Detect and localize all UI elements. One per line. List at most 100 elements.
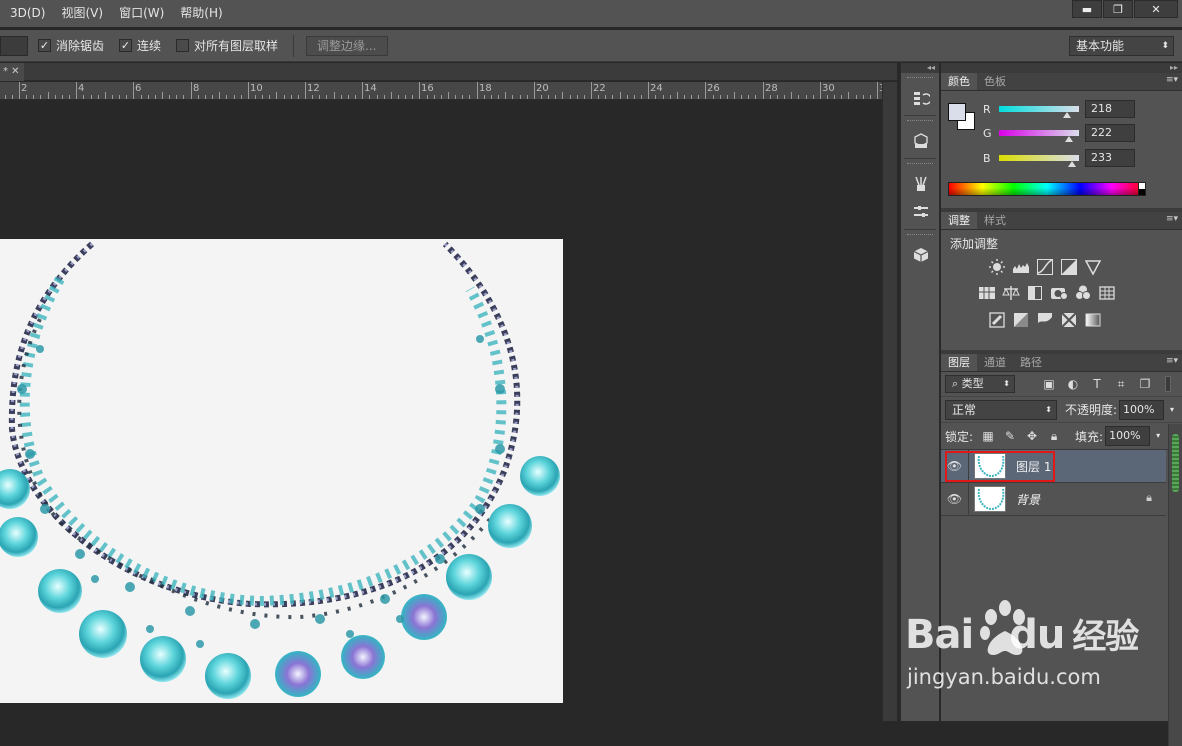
- contiguous-checkbox[interactable]: ✓: [119, 39, 133, 52]
- sample-all-layers-checkbox[interactable]: [176, 39, 190, 52]
- layer-name[interactable]: 背景: [1016, 491, 1040, 508]
- blue-slider[interactable]: [999, 155, 1079, 167]
- brightness-contrast-icon[interactable]: [985, 256, 1009, 278]
- tab-paths[interactable]: 路径: [1013, 354, 1049, 371]
- canvas-area[interactable]: [0, 100, 882, 721]
- black-white-icon[interactable]: [1023, 282, 1047, 304]
- channel-mixer-icon[interactable]: [1071, 282, 1095, 304]
- close-button[interactable]: ✕: [1134, 0, 1178, 18]
- filter-shape-icon[interactable]: ⌗: [1109, 377, 1133, 392]
- invert-icon[interactable]: [985, 309, 1009, 331]
- layer-filter-select[interactable]: ⌕ 类型 ⬍: [945, 375, 1015, 393]
- posterize-icon[interactable]: [1009, 309, 1033, 331]
- layer-filter-row: ⌕ 类型 ⬍ ▣ ◐ T ⌗ ❐: [941, 372, 1182, 396]
- workspace-select[interactable]: 基本功能 ⬍: [1069, 36, 1174, 56]
- scrollbar-thumb[interactable]: [1172, 434, 1179, 492]
- menu-window[interactable]: 窗口(W): [111, 0, 172, 27]
- green-value-field[interactable]: 222: [1085, 124, 1135, 142]
- filter-type-icon[interactable]: T: [1085, 377, 1109, 392]
- red-slider[interactable]: [999, 106, 1079, 118]
- minimize-button[interactable]: ▬: [1072, 0, 1102, 18]
- fill-value: 100%: [1109, 429, 1141, 442]
- tab-layers[interactable]: 图层: [941, 354, 977, 371]
- collapse-strip-icon[interactable]: ◂◂: [901, 63, 939, 73]
- red-label: R: [983, 102, 991, 116]
- selective-color-icon[interactable]: [1057, 309, 1081, 331]
- lock-image-icon[interactable]: ✎: [999, 429, 1021, 444]
- sample-all-layers-option[interactable]: 对所有图层取样: [176, 37, 278, 54]
- menu-help[interactable]: 帮助(H): [172, 0, 230, 27]
- blue-value-field[interactable]: 233: [1085, 149, 1135, 167]
- gradient-map-icon[interactable]: [1081, 309, 1105, 331]
- refine-edge-button[interactable]: 调整边缘...: [306, 35, 388, 56]
- filter-smart-object-icon[interactable]: ❐: [1133, 377, 1157, 392]
- blend-mode-select[interactable]: 正常 ⬍: [945, 399, 1057, 420]
- 3d-properties-icon[interactable]: [907, 128, 935, 154]
- blend-mode-value: 正常: [952, 402, 977, 417]
- green-label: G: [983, 126, 992, 140]
- opacity-field[interactable]: 100% ▾: [1119, 399, 1174, 420]
- lock-all-icon[interactable]: 🔒︎: [1043, 429, 1065, 444]
- photo-filter-icon[interactable]: [1047, 282, 1071, 304]
- layers-panel-tabs: 图层 通道 路径 ≡▾: [941, 354, 1182, 372]
- lock-position-icon[interactable]: ✥: [1021, 429, 1043, 444]
- history-icon[interactable]: [907, 85, 935, 111]
- ruler-label: 28: [765, 83, 778, 94]
- black-white-swatch[interactable]: [1138, 182, 1146, 196]
- collapse-panels-icon[interactable]: ▸▸: [941, 63, 1182, 73]
- panel-menu-icon[interactable]: ≡▾: [1166, 214, 1178, 224]
- layer-thumbnail: [974, 486, 1006, 512]
- vibrance-icon[interactable]: [1081, 256, 1105, 278]
- visibility-eye-icon[interactable]: 👁︎: [941, 482, 969, 516]
- menu-view[interactable]: 视图(V): [53, 0, 111, 27]
- tab-adjustments[interactable]: 调整: [941, 212, 977, 229]
- hue-saturation-icon[interactable]: [975, 282, 999, 304]
- close-tab-icon[interactable]: * ✕: [3, 66, 20, 77]
- red-value-field[interactable]: 218: [1085, 100, 1135, 118]
- foreground-color-swatch[interactable]: [948, 103, 966, 121]
- layer-row-background[interactable]: 👁︎ 背景 🔒︎: [941, 482, 1166, 516]
- panel-menu-icon[interactable]: ≡▾: [1166, 75, 1178, 85]
- layer-row-layer1[interactable]: 👁︎ 图层 1: [941, 449, 1166, 483]
- visibility-eye-icon[interactable]: 👁︎: [941, 449, 969, 483]
- color-spectrum-bar[interactable]: [948, 182, 1146, 196]
- lock-transparent-icon[interactable]: ▦: [977, 429, 999, 444]
- tab-swatches[interactable]: 色板: [977, 73, 1013, 90]
- ruler-label: 4: [78, 83, 85, 94]
- adjustment-icons-row-1: [985, 256, 1105, 278]
- chevron-down-icon[interactable]: ▾: [1156, 427, 1160, 445]
- menu-3d[interactable]: 3D(D): [0, 0, 53, 27]
- tab-styles[interactable]: 样式: [977, 212, 1013, 229]
- threshold-icon[interactable]: [1033, 309, 1057, 331]
- color-lookup-icon[interactable]: [1095, 282, 1119, 304]
- restore-button[interactable]: ❐: [1103, 0, 1133, 18]
- antialias-option[interactable]: ✓ 消除锯齿: [38, 37, 104, 54]
- tab-color[interactable]: 颜色: [941, 73, 977, 90]
- filter-pixel-icon[interactable]: ▣: [1037, 377, 1061, 392]
- levels-icon[interactable]: [1009, 256, 1033, 278]
- 3d-cube-icon[interactable]: [907, 242, 935, 268]
- color-panel-tabs: 颜色 色板 ≡▾: [941, 73, 1182, 91]
- canvas-scrollbar[interactable]: [882, 82, 897, 721]
- tab-channels[interactable]: 通道: [977, 354, 1013, 371]
- tool-presets-icon[interactable]: [907, 199, 935, 225]
- panel-menu-icon[interactable]: ≡▾: [1166, 356, 1178, 366]
- document-tab[interactable]: * ✕: [0, 63, 24, 81]
- brush-presets-icon[interactable]: [907, 171, 935, 197]
- fill-field[interactable]: 100% ▾: [1105, 426, 1160, 446]
- antialias-checkbox[interactable]: ✓: [38, 39, 51, 52]
- lock-icon: 🔒︎: [1146, 491, 1152, 504]
- tolerance-field[interactable]: [0, 35, 28, 56]
- color-balance-icon[interactable]: [999, 282, 1023, 304]
- filter-toggle[interactable]: [1165, 376, 1171, 392]
- green-slider[interactable]: [999, 130, 1079, 142]
- options-bar: ✓ 消除锯齿 ✓ 连续 对所有图层取样 调整边缘... 基本功能 ⬍: [0, 30, 1182, 62]
- layer-name[interactable]: 图层 1: [1016, 458, 1051, 475]
- exposure-icon[interactable]: [1057, 256, 1081, 278]
- curves-icon[interactable]: [1033, 256, 1057, 278]
- contiguous-option[interactable]: ✓ 连续: [119, 37, 161, 54]
- layers-scrollbar[interactable]: [1168, 424, 1182, 746]
- document-canvas[interactable]: [0, 239, 563, 703]
- filter-adjustment-icon[interactable]: ◐: [1061, 377, 1085, 392]
- chevron-down-icon[interactable]: ▾: [1170, 401, 1174, 419]
